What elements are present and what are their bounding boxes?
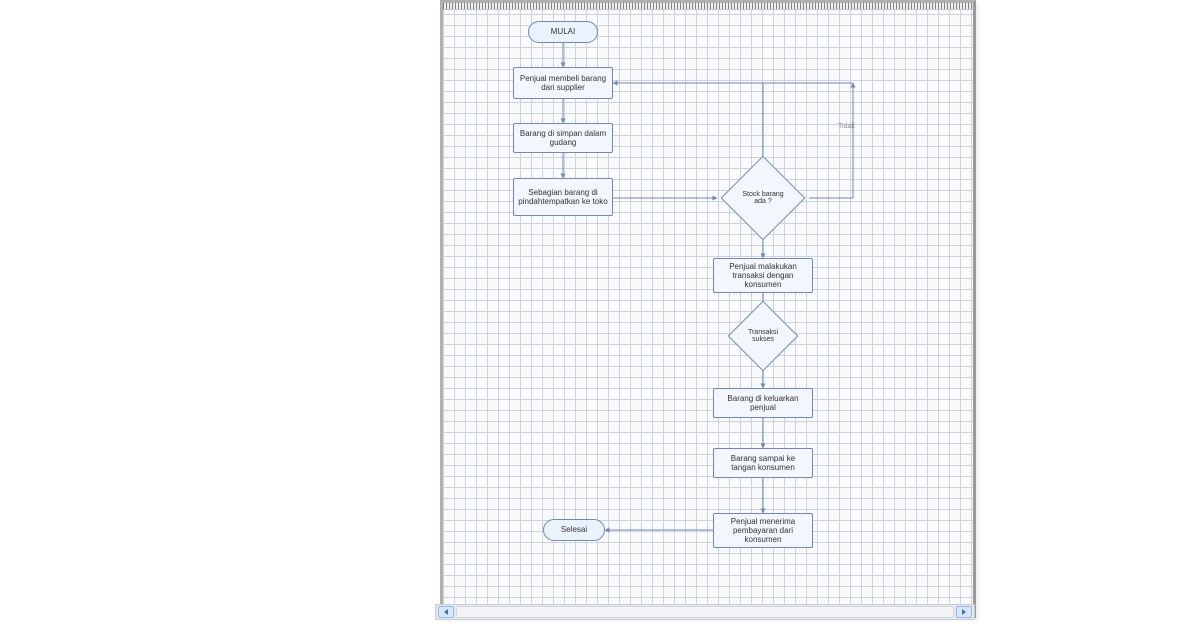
decision-stock-label: Stock barang ada ?: [733, 191, 793, 205]
process-store-label: Barang di simpan dalam gudang: [518, 129, 608, 147]
process-store[interactable]: Barang di simpan dalam gudang: [513, 123, 613, 153]
terminator-start[interactable]: MULAI: [528, 21, 598, 43]
process-transaction[interactable]: Penjual malakukan transaksi dengan konsu…: [713, 258, 813, 293]
terminator-end[interactable]: Selesai: [543, 519, 605, 541]
process-payment-label: Penjual menerima pembayaran dari konsume…: [718, 517, 808, 545]
process-move-label: Sebagian barang di pindahtempatkan ke to…: [518, 188, 608, 206]
diagram-canvas[interactable]: MULAI Penjual membeli barang dari suppli…: [440, 0, 976, 618]
process-deliver[interactable]: Barang sampai ke tangan konsumen: [713, 448, 813, 478]
scroll-left-button[interactable]: [438, 606, 454, 618]
process-deliver-label: Barang sampai ke tangan konsumen: [718, 454, 808, 472]
scrollbar-track[interactable]: [456, 606, 954, 618]
process-output[interactable]: Barang di keluarkan penjual: [713, 388, 813, 418]
terminator-end-label: Selesai: [561, 525, 587, 534]
process-buy[interactable]: Penjual membeli barang dari supplier: [513, 67, 613, 99]
ruler-top: [443, 3, 973, 10]
process-output-label: Barang di keluarkan penjual: [718, 394, 808, 412]
process-buy-label: Penjual membeli barang dari supplier: [518, 74, 608, 92]
decision-stock[interactable]: Stock barang ada ?: [733, 168, 793, 228]
chevron-left-icon: [444, 609, 448, 615]
process-payment[interactable]: Penjual menerima pembayaran dari konsume…: [713, 513, 813, 548]
terminator-start-label: MULAI: [551, 27, 575, 36]
horizontal-scrollbar[interactable]: [435, 604, 975, 620]
decision-transaction-ok[interactable]: Transaksi sukses: [738, 311, 788, 361]
scroll-right-button[interactable]: [956, 606, 972, 618]
decision-stock-no-label: Tidak: [838, 123, 855, 130]
stage: MULAI Penjual membeli barang dari suppli…: [0, 0, 1200, 630]
process-move[interactable]: Sebagian barang di pindahtempatkan ke to…: [513, 178, 613, 216]
decision-transaction-ok-label: Transaksi sukses: [738, 329, 788, 343]
chevron-right-icon: [962, 609, 966, 615]
process-transaction-label: Penjual malakukan transaksi dengan konsu…: [718, 262, 808, 290]
